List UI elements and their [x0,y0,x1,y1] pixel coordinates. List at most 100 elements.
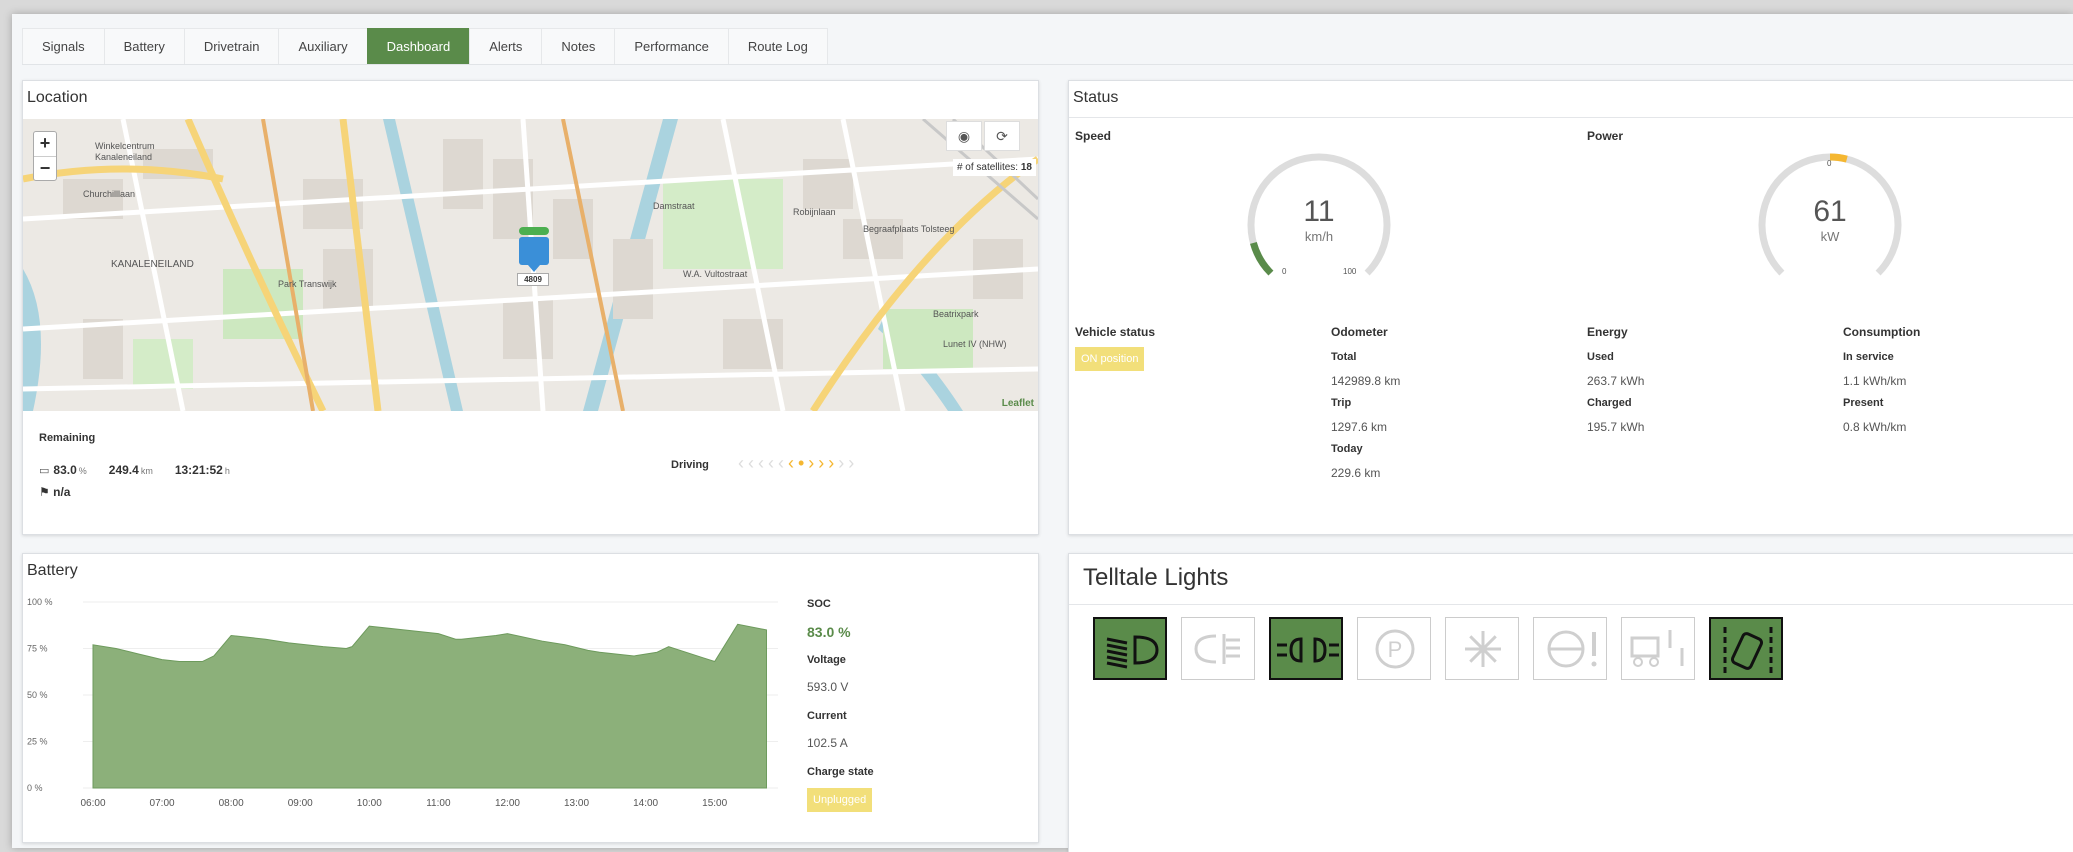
current-value: 102.5 A [807,736,848,750]
frost-warning-icon [1445,617,1519,680]
battery-icon: ▭ [39,465,50,477]
leaflet-attribution[interactable]: Leaflet [1002,398,1034,409]
locate-button[interactable]: ◉ [946,121,982,151]
remaining-row: ▭ 83.0 % 249.4 km 13:21:52 h [39,463,230,477]
y-tick-label: 75 % [27,644,48,654]
map-label: Kanaleneiland [95,152,153,162]
power-label: Power [1587,129,1624,143]
wheel [1633,657,1643,667]
status-title: Status [1073,89,1119,106]
divider [1069,604,2073,605]
low-beam-glyph [1106,635,1159,669]
battery-title: Battery [27,562,78,579]
zoom-out-button[interactable]: − [34,156,56,180]
speed-label: Speed [1075,129,1112,143]
vehicle-id: 4809 [517,273,549,286]
suspension-level-glyph [1630,630,1684,667]
steering-warning-glyph [1547,630,1597,668]
destination-value: n/a [53,485,71,499]
p-glyph: P [1388,637,1403,662]
car-shape [1730,632,1764,670]
refresh-icon: ⟳ [996,128,1008,144]
tab-dashboard[interactable]: Dashboard [366,28,471,64]
rear-fog-light-icon [1181,617,1255,680]
x-tick-label: 13:00 [564,798,589,809]
position-lights-glyph [1277,637,1339,663]
time-unit: h [224,466,230,476]
tab-alerts[interactable]: Alerts [469,28,543,64]
tab-bar: Signals Battery Drivetrain Auxiliary Das… [22,28,828,64]
odometer-label: Odometer [1331,325,1388,339]
low-beam-icon [1093,617,1167,680]
soc-chart: 0 % 25 % 50 % 75 % 100 % 06:00 07:00 08:00 09:00… [27,597,778,809]
parking-brake-icon: P [1357,617,1431,680]
vehicle-battery-bar [519,227,549,235]
soc-value: 83.0 % [807,624,851,640]
tab-signals[interactable]: Signals [22,28,105,64]
destination-row: ⚑ n/a [39,485,70,499]
speed-max: 100 [1343,267,1357,276]
flag-icon: ⚑ [39,485,50,499]
map-label: Lunet IV (NHW) [943,339,1007,349]
x-tick-label: 08:00 [219,798,244,809]
map-label: Robijnlaan [793,207,836,217]
app-window: Signals Battery Drivetrain Auxiliary Das… [12,14,2073,852]
tab-auxiliary[interactable]: Auxiliary [278,28,368,64]
satellites-label: # of satellites: [956,162,1019,173]
suspension-level-icon [1621,617,1695,680]
energy-label: Energy [1587,325,1628,339]
tab-battery[interactable]: Battery [103,28,185,64]
tab-performance[interactable]: Performance [614,28,729,64]
zoom-control: + − [33,131,57,181]
current-label: Current [807,710,847,722]
map-label: Begraafplaats Tolsteeg [863,224,955,234]
tab-notes[interactable]: Notes [541,28,616,64]
charge-state-label: Charge state [807,766,874,778]
speed-unit: km/h [1304,229,1334,244]
telltale-title: Telltale Lights [1083,564,1229,591]
gauge-fill [1250,241,1274,276]
tab-drivetrain[interactable]: Drivetrain [183,28,280,64]
steering-warning-icon [1533,617,1607,680]
speed-min: 0 [1282,267,1287,276]
y-tick-label: 50 % [27,690,48,700]
lane-departure-icon [1709,617,1783,680]
beam-line [1106,649,1128,657]
battery-percent-unit: % [78,466,87,476]
consumption-label: Consumption [1843,325,1921,339]
range-value: 249.4 [108,463,139,477]
beam-line [1106,637,1128,645]
vehicle-body [1630,636,1660,658]
map-label: KANALENEILAND [111,259,194,270]
x-tick-label: 15:00 [702,798,727,809]
y-tick-label: 0 % [27,783,43,793]
tab-route-log[interactable]: Route Log [727,28,828,64]
frost-warning-glyph [1465,631,1501,667]
map-label: Winkelcentrum [95,141,155,151]
gauge-fill [1829,153,1848,163]
power-zero: 0 [1827,159,1832,168]
refresh-button[interactable]: ⟳ [984,121,1020,151]
power-value: 61 [1813,195,1847,228]
charged-value: 195.7 kWh [1587,420,1645,434]
location-title: Location [27,89,88,106]
total-label: Total [1331,351,1357,363]
map-label: Park Transwijk [278,279,337,289]
exclamation-dot [1591,661,1597,667]
today-value: 229.6 km [1331,466,1381,480]
locate-icon: ◉ [957,128,971,144]
x-tick-label: 11:00 [426,798,451,809]
remaining-label: Remaining [39,432,96,444]
beam-line [1106,655,1128,663]
battery-percent: 83.0 [53,463,77,477]
zoom-in-button[interactable]: + [34,132,56,156]
x-tick-label: 09:00 [288,798,313,809]
y-tick-label: 25 % [27,737,48,747]
bus-icon [519,237,549,272]
vehicle-marker[interactable]: 4809 [517,227,549,286]
in-service-label: In service [1843,351,1894,363]
map[interactable]: Winkelcentrum Kanaleneiland KANALENEILAN… [23,119,1038,411]
lamp-left [1289,637,1303,663]
lane-departure-glyph [1723,627,1773,673]
used-label: Used [1587,351,1614,363]
